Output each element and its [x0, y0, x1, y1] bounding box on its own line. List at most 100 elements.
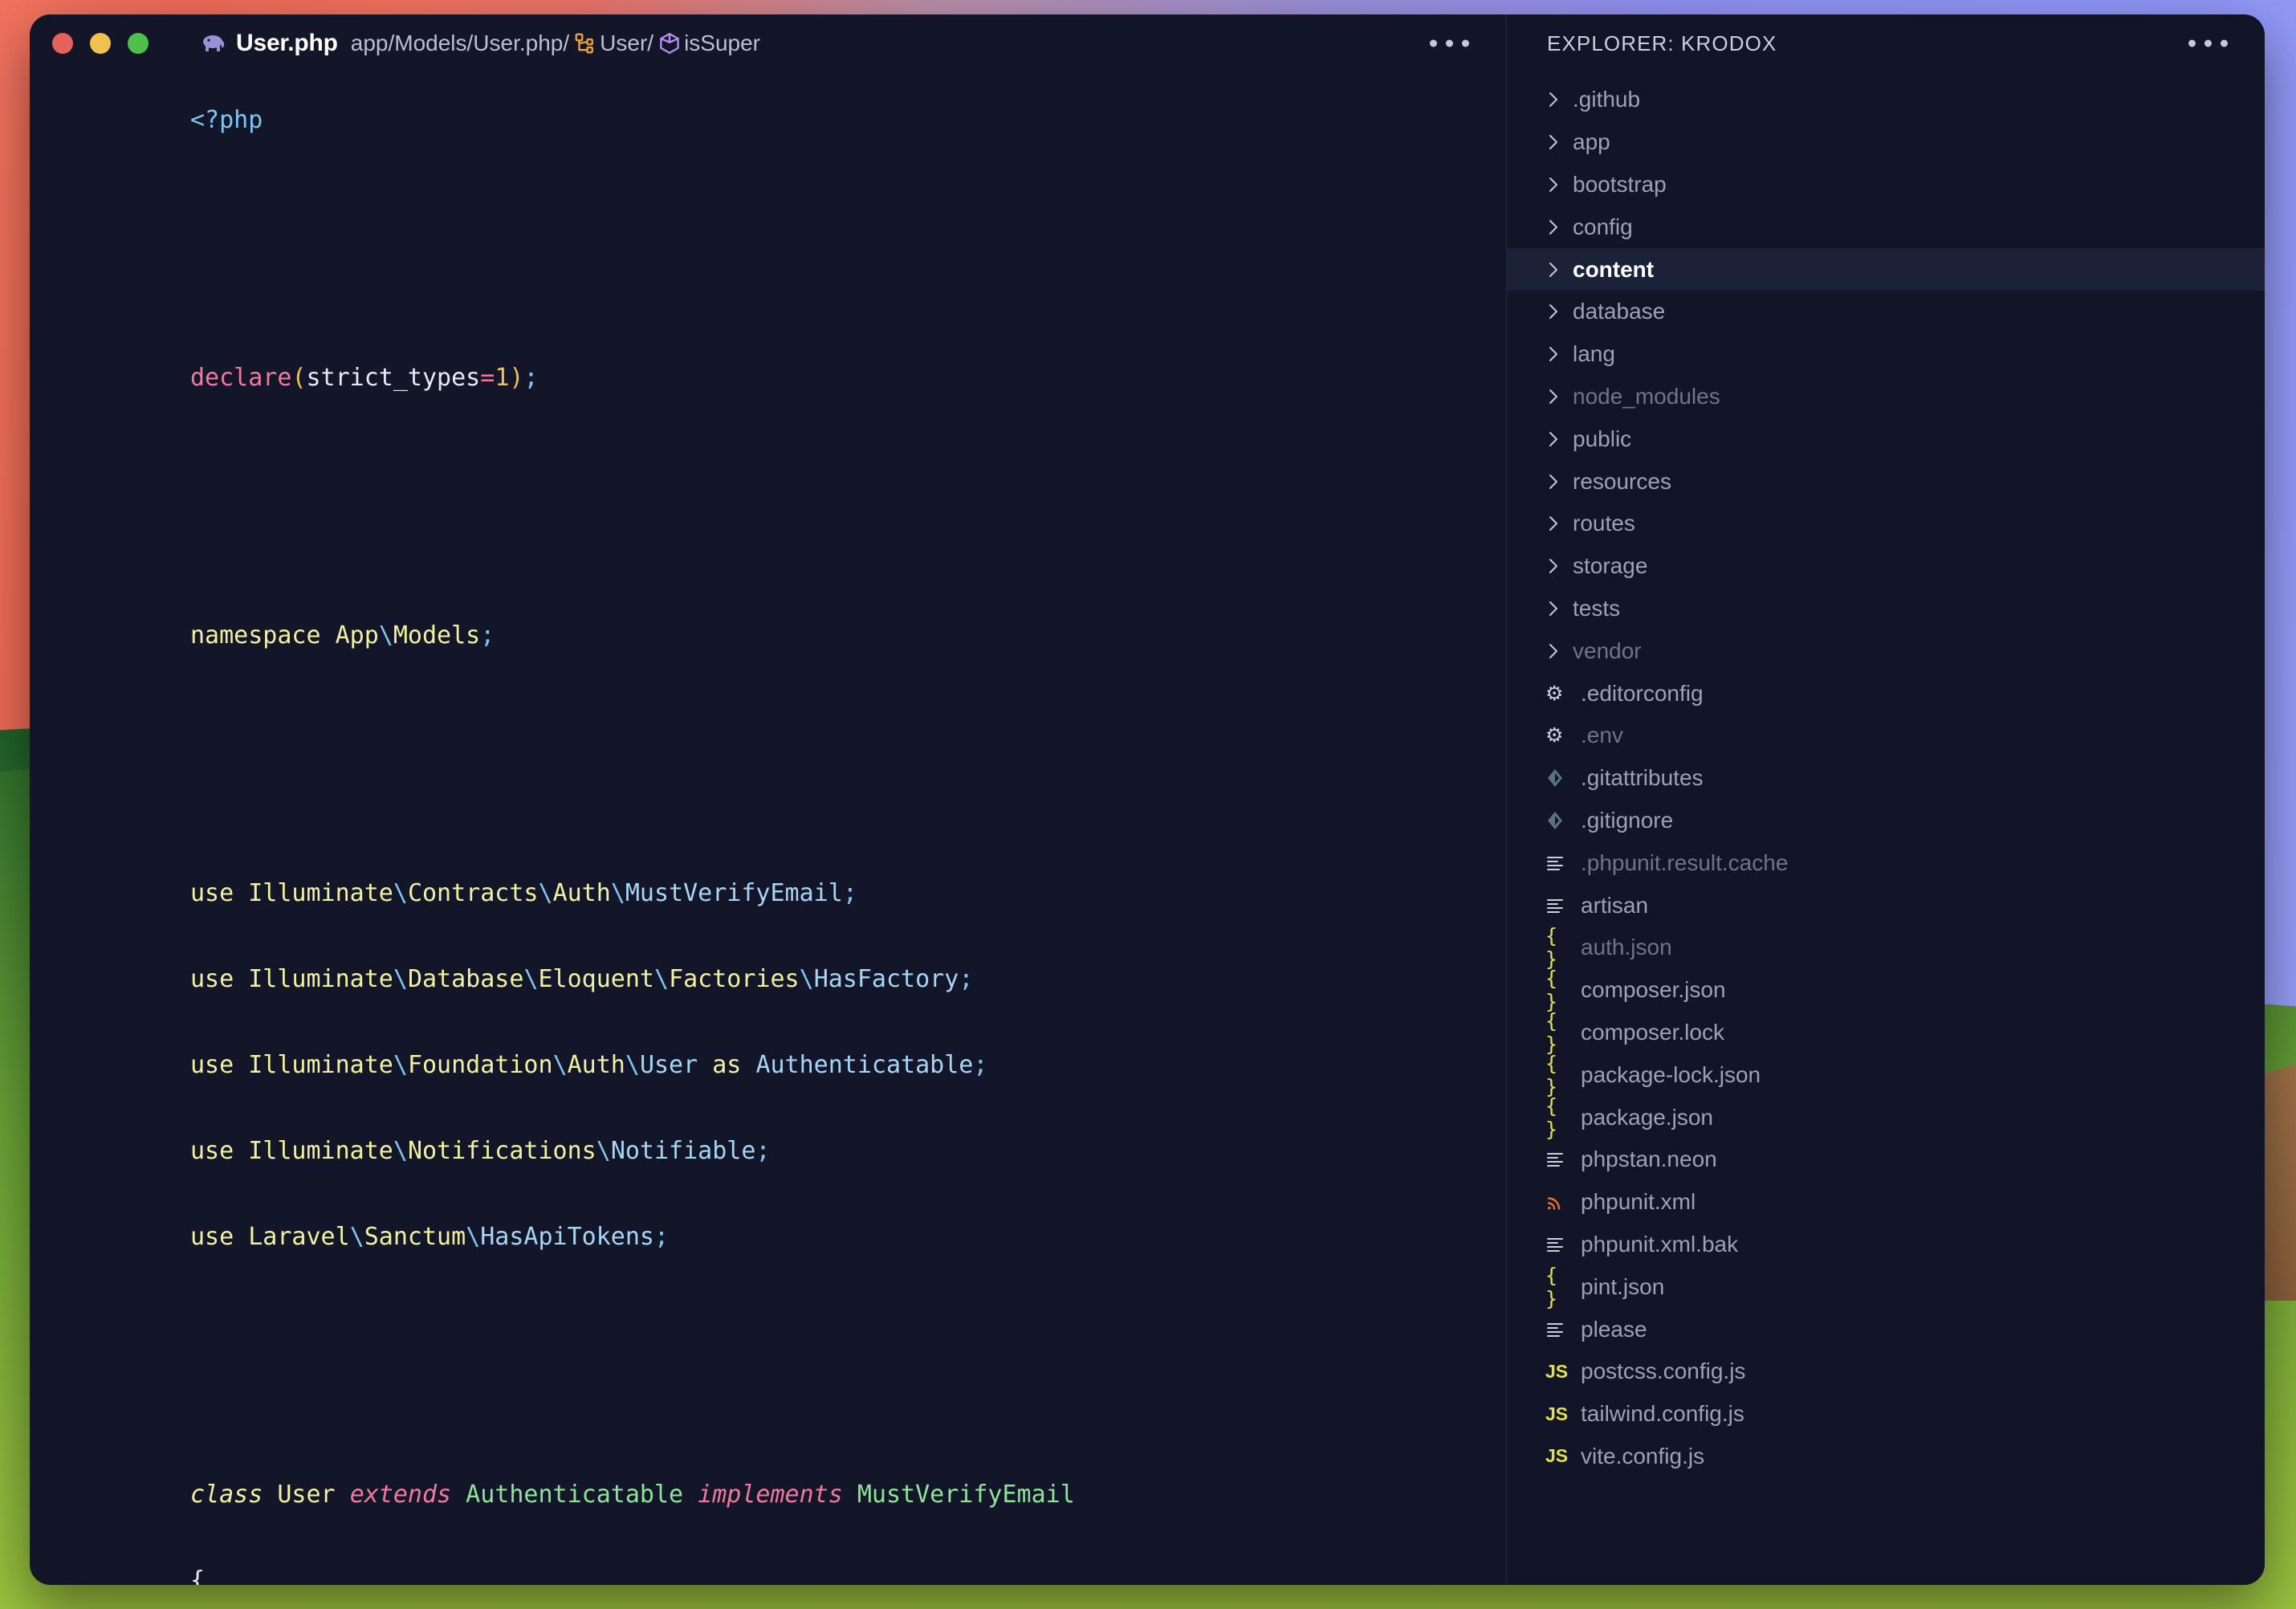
- tree-file-row[interactable]: artisan: [1507, 884, 2265, 927]
- code-line: use Illuminate\Foundation\Auth\User as A…: [190, 1022, 1506, 1108]
- tree-folder-row[interactable]: bootstrap: [1507, 164, 2265, 206]
- method-cube-icon: [657, 31, 682, 55]
- code-token: Laravel: [234, 1223, 350, 1251]
- explorer-pane: EXPLORER: KRODOX .github app bootstrap conf…: [1507, 14, 2265, 1585]
- tree-file-row[interactable]: phpstan.neon: [1507, 1139, 2265, 1181]
- code-editor-content[interactable]: <?php declare(strict_types=1); namespace…: [30, 72, 1506, 1585]
- code-token: (: [291, 364, 307, 392]
- tree-folder-row[interactable]: content: [1507, 248, 2265, 291]
- code-token: strict_types: [306, 364, 481, 392]
- tree-folder-row[interactable]: vendor: [1507, 629, 2265, 672]
- tree-item-label: .gitattributes: [1581, 765, 1704, 791]
- code-token: \: [596, 1137, 611, 1165]
- tree-file-row[interactable]: { } pint.json: [1507, 1264, 2265, 1310]
- tree-file-row[interactable]: .gitattributes: [1507, 757, 2265, 800]
- chevron-right-icon: [1545, 344, 1573, 365]
- code-token: Contracts: [407, 879, 539, 907]
- traffic-lights: [52, 33, 149, 54]
- code-token: User: [263, 1481, 350, 1509]
- tree-item-label: resources: [1573, 468, 1671, 494]
- tree-file-row[interactable]: { } package-lock.json: [1507, 1051, 2265, 1098]
- tree-file-row[interactable]: { } composer.lock: [1507, 1009, 2265, 1056]
- tree-item-label: storage: [1573, 553, 1648, 579]
- code-token: HasApiTokens: [480, 1223, 654, 1251]
- code-token: use: [190, 879, 234, 907]
- editor-more-menu-button[interactable]: [1430, 39, 1469, 47]
- breadcrumb: User.php app/Models/User.php/ User/ isSu…: [202, 30, 760, 57]
- tree-folder-row[interactable]: tests: [1507, 588, 2265, 630]
- close-window-button[interactable]: [52, 33, 73, 54]
- code-token: implements: [698, 1481, 843, 1509]
- tree-file-row[interactable]: phpunit.xml.bak: [1507, 1224, 2265, 1266]
- tree-file-row[interactable]: { } composer.json: [1507, 967, 2265, 1013]
- code-token: <?php: [190, 106, 263, 134]
- tree-file-row[interactable]: .gitignore: [1507, 800, 2265, 842]
- tree-folder-row[interactable]: routes: [1507, 503, 2265, 545]
- tree-item-label: public: [1573, 426, 1632, 451]
- code-token: Illuminate: [234, 879, 393, 907]
- tree-folder-row[interactable]: .github: [1507, 79, 2265, 121]
- tree-file-row[interactable]: ⚙ .env: [1507, 715, 2265, 757]
- code-token: use: [190, 1223, 234, 1251]
- chevron-right-icon: [1545, 217, 1573, 238]
- maximize-window-button[interactable]: [128, 33, 149, 54]
- json-icon: { }: [1545, 1094, 1557, 1141]
- tree-file-row[interactable]: phpunit.xml: [1507, 1181, 2265, 1224]
- code-token: Notifiable: [610, 1137, 756, 1165]
- tree-item-label: phpunit.xml.bak: [1581, 1231, 1739, 1257]
- tree-file-row[interactable]: JS postcss.config.js: [1507, 1350, 2265, 1393]
- code-token: \: [349, 1223, 364, 1251]
- code-line: use Illuminate\Database\Eloquent\Factori…: [190, 936, 1506, 1022]
- chevron-right-icon: [1545, 471, 1573, 492]
- tree-folder-row[interactable]: storage: [1507, 545, 2265, 588]
- code-token: extends: [349, 1481, 452, 1509]
- tree-folder-row[interactable]: lang: [1507, 333, 2265, 376]
- tree-file-row[interactable]: JS vite.config.js: [1507, 1436, 2265, 1478]
- tree-file-row[interactable]: please: [1507, 1308, 2265, 1350]
- tree-item-label: database: [1573, 299, 1666, 324]
- breadcrumb-method[interactable]: isSuper: [684, 31, 760, 56]
- js-icon: JS: [1545, 1445, 1569, 1467]
- tree-item-label: .editorconfig: [1581, 680, 1704, 706]
- code-token: Illuminate: [234, 965, 393, 993]
- minimize-window-button[interactable]: [90, 33, 111, 54]
- code-token: \: [393, 1051, 408, 1079]
- chevron-right-icon: [1545, 301, 1573, 322]
- editor-pane: User.php app/Models/User.php/ User/ isSu…: [30, 14, 1507, 1585]
- file-tree[interactable]: .github app bootstrap config content database…: [1507, 72, 2265, 1585]
- code-token: MustVerifyEmail: [625, 879, 843, 907]
- code-token: use: [190, 1051, 234, 1079]
- tree-file-row[interactable]: .phpunit.result.cache: [1507, 841, 2265, 884]
- json-icon: { }: [1545, 1051, 1557, 1098]
- editor-file-name[interactable]: User.php: [236, 30, 338, 57]
- tree-folder-row[interactable]: resources: [1507, 460, 2265, 503]
- breadcrumb-class[interactable]: User/: [600, 31, 653, 56]
- tree-folder-row[interactable]: app: [1507, 121, 2265, 164]
- tree-item-label: composer.json: [1581, 977, 1726, 1003]
- code-token: ;: [654, 1223, 670, 1251]
- tree-folder-row[interactable]: public: [1507, 418, 2265, 460]
- tree-file-row[interactable]: ⚙ .editorconfig: [1507, 672, 2265, 715]
- code-token: Database: [407, 965, 524, 993]
- explorer-more-menu-button[interactable]: [2188, 39, 2228, 47]
- git-icon: [1545, 810, 1577, 831]
- lines-icon: [1545, 854, 1577, 872]
- tree-file-row[interactable]: JS tailwind.config.js: [1507, 1393, 2265, 1436]
- tree-file-row[interactable]: { } package.json: [1507, 1094, 2265, 1141]
- editor-file-path[interactable]: app/Models/User.php/: [351, 31, 569, 56]
- tree-folder-row[interactable]: node_modules: [1507, 376, 2265, 418]
- lines-icon: [1545, 1236, 1577, 1253]
- code-token: declare: [190, 364, 292, 392]
- code-token: Factories: [669, 965, 800, 993]
- tree-item-label: node_modules: [1573, 383, 1720, 409]
- code-token: Illuminate: [234, 1137, 393, 1165]
- tree-folder-row[interactable]: database: [1507, 291, 2265, 333]
- code-line: use Illuminate\Notifications\Notifiable;: [190, 1108, 1506, 1194]
- tree-folder-row[interactable]: config: [1507, 206, 2265, 248]
- tree-file-row[interactable]: { } auth.json: [1507, 924, 2265, 971]
- chevron-right-icon: [1545, 174, 1573, 195]
- code-token: Notifications: [407, 1137, 596, 1165]
- code-token: ): [509, 364, 524, 392]
